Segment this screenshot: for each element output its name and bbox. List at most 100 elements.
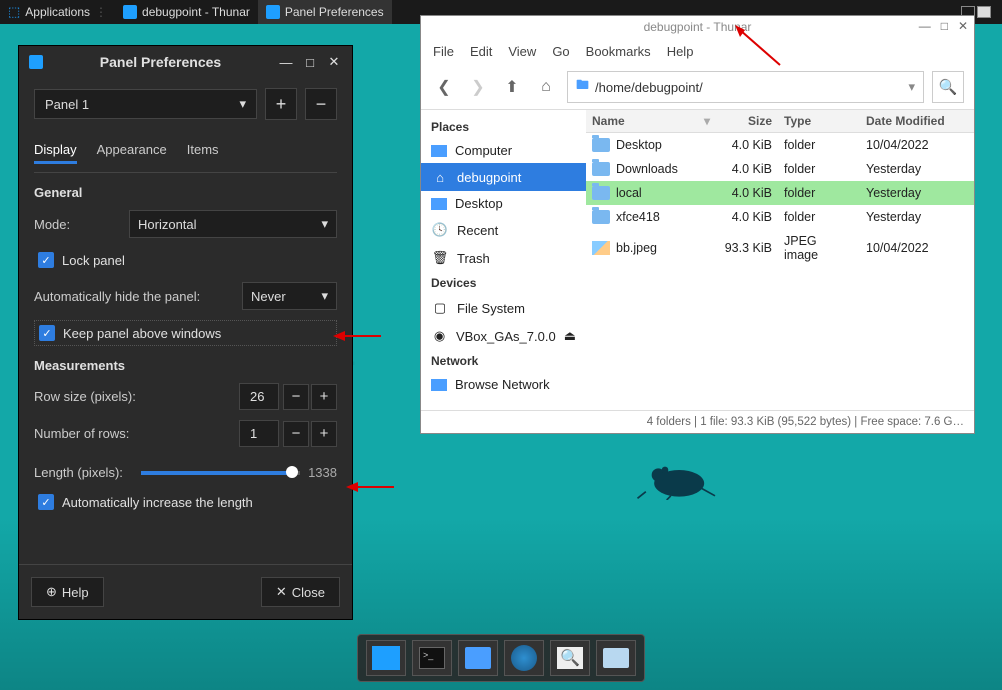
measurements-heading: Measurements: [34, 358, 337, 373]
path-bar[interactable]: 🖿 /home/debugpoint/ ▾: [567, 71, 924, 103]
close-button[interactable]: ✕ Close: [261, 577, 340, 607]
length-label: Length (pixels):: [34, 465, 123, 480]
sidebar-trash[interactable]: 🗑Trash: [421, 244, 586, 272]
col-size[interactable]: Size: [716, 110, 778, 132]
eject-icon[interactable]: ⏏: [564, 328, 576, 344]
folder-icon: [592, 210, 610, 224]
trash-icon: 🗑: [431, 249, 449, 267]
tab-display[interactable]: Display: [34, 138, 77, 164]
help-icon: ⊕: [46, 584, 57, 600]
terminal-icon: [419, 647, 445, 669]
sidebar-filesystem[interactable]: ▢File System: [421, 294, 586, 322]
disc-icon: ◉: [431, 327, 448, 345]
keep-above-checkbox[interactable]: ✓ Keep panel above windows: [34, 320, 337, 346]
file-size: 4.0 KiB: [716, 205, 778, 229]
search-icon: 🔍: [557, 647, 583, 669]
network-icon: [431, 379, 447, 391]
increment-button[interactable]: +: [311, 421, 337, 447]
col-type[interactable]: Type: [778, 110, 860, 132]
col-name[interactable]: Name▾: [586, 110, 716, 132]
sidebar-desktop[interactable]: Desktop: [421, 191, 586, 216]
sidebar-browse-network[interactable]: Browse Network: [421, 372, 586, 397]
file-row[interactable]: Downloads4.0 KiBfolderYesterday: [586, 157, 974, 181]
prefs-titlebar[interactable]: Panel Preferences — □ ✕: [19, 46, 352, 78]
lock-panel-checkbox[interactable]: ✓ Lock panel: [34, 248, 337, 272]
file-row[interactable]: Desktop4.0 KiBfolder10/04/2022: [586, 133, 974, 157]
xfce-mouse-icon: [630, 450, 720, 500]
menu-bookmarks[interactable]: Bookmarks: [586, 44, 651, 59]
dock-app-finder[interactable]: 🔍: [550, 640, 590, 676]
file-date: Yesterday: [860, 157, 960, 181]
chevron-down-icon: ▾: [321, 288, 328, 304]
sidebar-label: Desktop: [455, 196, 503, 211]
file-type: folder: [778, 157, 860, 181]
dock-directory[interactable]: [596, 640, 636, 676]
sidebar-home[interactable]: ⌂debugpoint: [421, 163, 586, 191]
forward-button[interactable]: ❯: [465, 74, 491, 100]
tab-items[interactable]: Items: [187, 138, 219, 164]
file-row[interactable]: local4.0 KiBfolderYesterday: [586, 181, 974, 205]
menu-go[interactable]: Go: [552, 44, 569, 59]
dock-terminal[interactable]: [412, 640, 452, 676]
panel-prefs-icon: [266, 5, 280, 19]
menu-view[interactable]: View: [508, 44, 536, 59]
help-button[interactable]: ⊕ Help: [31, 577, 104, 607]
maximize-icon[interactable]: □: [941, 19, 948, 33]
decrement-button[interactable]: −: [283, 421, 309, 447]
file-date: Yesterday: [860, 181, 960, 205]
num-rows-spinner[interactable]: 1 − +: [239, 420, 337, 447]
increment-button[interactable]: +: [311, 384, 337, 410]
remove-panel-button[interactable]: −: [305, 88, 337, 120]
search-button[interactable]: 🔍: [932, 71, 964, 103]
browser-icon: [511, 645, 537, 671]
add-panel-button[interactable]: +: [265, 88, 297, 120]
close-label: Close: [292, 585, 325, 600]
auto-increase-checkbox[interactable]: ✓ Automatically increase the length: [34, 490, 337, 514]
keep-above-label: Keep panel above windows: [63, 326, 221, 341]
up-button[interactable]: ⬆: [499, 74, 525, 100]
sidebar-computer[interactable]: Computer: [421, 138, 586, 163]
back-button[interactable]: ❮: [431, 74, 457, 100]
file-row[interactable]: bb.jpeg93.3 KiBJPEG image10/04/2022: [586, 229, 974, 267]
slider-thumb[interactable]: [286, 466, 298, 478]
file-row[interactable]: xfce4184.0 KiBfolderYesterday: [586, 205, 974, 229]
chevron-down-icon[interactable]: ▾: [908, 79, 915, 95]
autohide-dropdown[interactable]: Never ▾: [242, 282, 337, 310]
tab-appearance[interactable]: Appearance: [97, 138, 167, 164]
menu-file[interactable]: File: [433, 44, 454, 59]
minimize-button[interactable]: —: [278, 54, 294, 70]
close-icon[interactable]: ✕: [958, 19, 968, 33]
panel-selector[interactable]: Panel 1 ▾: [34, 89, 257, 119]
taskbar-item-thunar[interactable]: debugpoint - Thunar: [115, 0, 258, 24]
file-date: Yesterday: [860, 205, 960, 229]
dock-show-desktop[interactable]: [366, 640, 406, 676]
workspace-2[interactable]: [977, 6, 991, 18]
thunar-titlebar[interactable]: debugpoint - Thunar — □ ✕: [421, 16, 974, 38]
menu-help[interactable]: Help: [667, 44, 694, 59]
maximize-button[interactable]: □: [302, 54, 318, 70]
row-size-spinner[interactable]: 26 − +: [239, 383, 337, 410]
sidebar-recent[interactable]: 🕓Recent: [421, 216, 586, 244]
sidebar-vbox[interactable]: ◉VBox_GAs_7.0.0⏏: [421, 322, 586, 350]
file-type: folder: [778, 181, 860, 205]
decrement-button[interactable]: −: [283, 384, 309, 410]
file-name: Downloads: [616, 162, 678, 176]
dock-file-manager[interactable]: [458, 640, 498, 676]
length-slider[interactable]: [141, 471, 300, 475]
bottom-dock: 🔍: [357, 634, 645, 682]
folder-icon: [603, 648, 629, 668]
prefs-title: Panel Preferences: [51, 54, 270, 70]
slider-fill: [141, 471, 292, 475]
dock-web-browser[interactable]: [504, 640, 544, 676]
close-button[interactable]: ✕: [326, 54, 342, 70]
thunar-title: debugpoint - Thunar: [644, 20, 752, 34]
file-name: xfce418: [616, 210, 660, 224]
menu-edit[interactable]: Edit: [470, 44, 492, 59]
annotation-arrow-3: [346, 479, 396, 495]
home-button[interactable]: ⌂: [533, 74, 559, 100]
col-date[interactable]: Date Modified: [860, 110, 960, 132]
minimize-icon[interactable]: —: [919, 19, 931, 33]
taskbar-item-panel-prefs[interactable]: Panel Preferences: [258, 0, 392, 24]
mode-dropdown[interactable]: Horizontal ▾: [129, 210, 337, 238]
applications-menu[interactable]: ⬚ Applications ⋮: [0, 0, 115, 24]
